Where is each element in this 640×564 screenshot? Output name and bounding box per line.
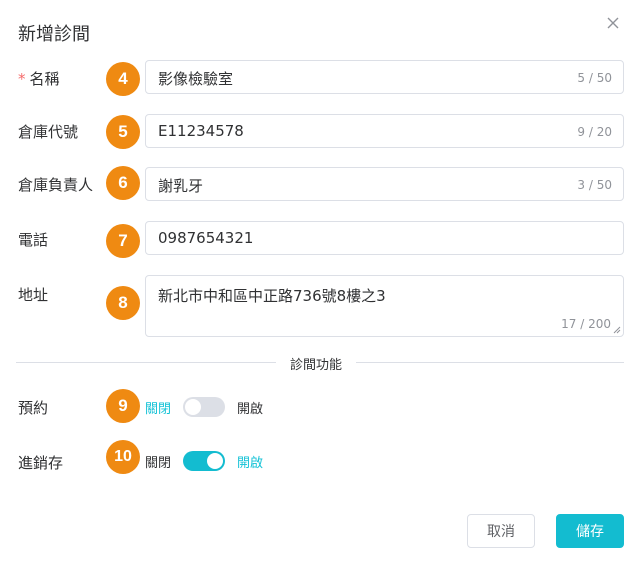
warehouse-owner-label: 倉庫負責人: [18, 176, 94, 194]
required-mark: *: [18, 70, 26, 88]
address-char-count: 17 / 200: [561, 317, 611, 331]
warehouse-code-char-count: 9 / 20: [577, 125, 612, 139]
address-textarea[interactable]: 新北市中和區中正路736號8樓之3 17 / 200: [145, 275, 624, 337]
step-badge-9: 9: [106, 389, 140, 423]
name-label-text: 名稱: [29, 70, 60, 88]
inventory-label: 進銷存: [18, 454, 64, 472]
close-icon[interactable]: [602, 12, 624, 34]
warehouse-code-input[interactable]: E11234578 9 / 20: [145, 114, 624, 148]
appointment-off-label[interactable]: 關閉: [145, 398, 171, 417]
address-value: 新北市中和區中正路736號8樓之3: [158, 287, 386, 305]
name-label: * 名稱: [18, 68, 60, 89]
save-button[interactable]: 儲存: [556, 514, 624, 548]
inventory-off-label[interactable]: 關閉: [145, 452, 171, 471]
warehouse-code-value: E11234578: [158, 122, 244, 140]
name-char-count: 5 / 50: [577, 71, 612, 85]
phone-input[interactable]: 0987654321: [145, 221, 624, 255]
inventory-on-label[interactable]: 開啟: [237, 452, 263, 471]
section-title: 診間功能: [276, 354, 357, 373]
phone-input-value: 0987654321: [158, 229, 254, 247]
appointment-toggle[interactable]: [183, 397, 226, 417]
phone-label: 電話: [18, 231, 49, 249]
step-badge-7: 7: [106, 224, 140, 258]
address-label: 地址: [18, 286, 49, 304]
step-badge-6: 6: [106, 166, 140, 200]
appointment-label: 預約: [18, 399, 49, 417]
step-badge-4: 4: [106, 62, 140, 96]
warehouse-owner-char-count: 3 / 50: [577, 178, 612, 192]
name-input-value: 影像檢驗室: [158, 70, 234, 88]
inventory-switch-group: 關閉 開啟: [145, 450, 263, 472]
step-badge-10: 10: [106, 440, 140, 474]
add-clinic-room-dialog: 新增診間 * 名稱 4 影像檢驗室 5 / 50 倉庫代號 5 E11234578…: [0, 0, 640, 564]
dialog-title: 新增診間: [18, 24, 90, 45]
appointment-switch-group: 關閉 開啟: [145, 396, 263, 418]
warehouse-owner-input[interactable]: 謝乳牙 3 / 50: [145, 167, 624, 201]
resize-handle-icon[interactable]: [613, 326, 621, 334]
warehouse-owner-value: 謝乳牙: [158, 177, 204, 195]
appointment-on-label[interactable]: 開啟: [237, 398, 263, 417]
step-badge-8: 8: [106, 286, 140, 320]
inventory-toggle[interactable]: [183, 451, 226, 471]
warehouse-code-label: 倉庫代號: [18, 123, 79, 141]
name-input[interactable]: 影像檢驗室 5 / 50: [145, 60, 624, 94]
step-badge-5: 5: [106, 115, 140, 149]
toggle-knob: [207, 453, 224, 469]
cancel-button[interactable]: 取消: [467, 514, 535, 548]
toggle-knob: [185, 399, 202, 415]
